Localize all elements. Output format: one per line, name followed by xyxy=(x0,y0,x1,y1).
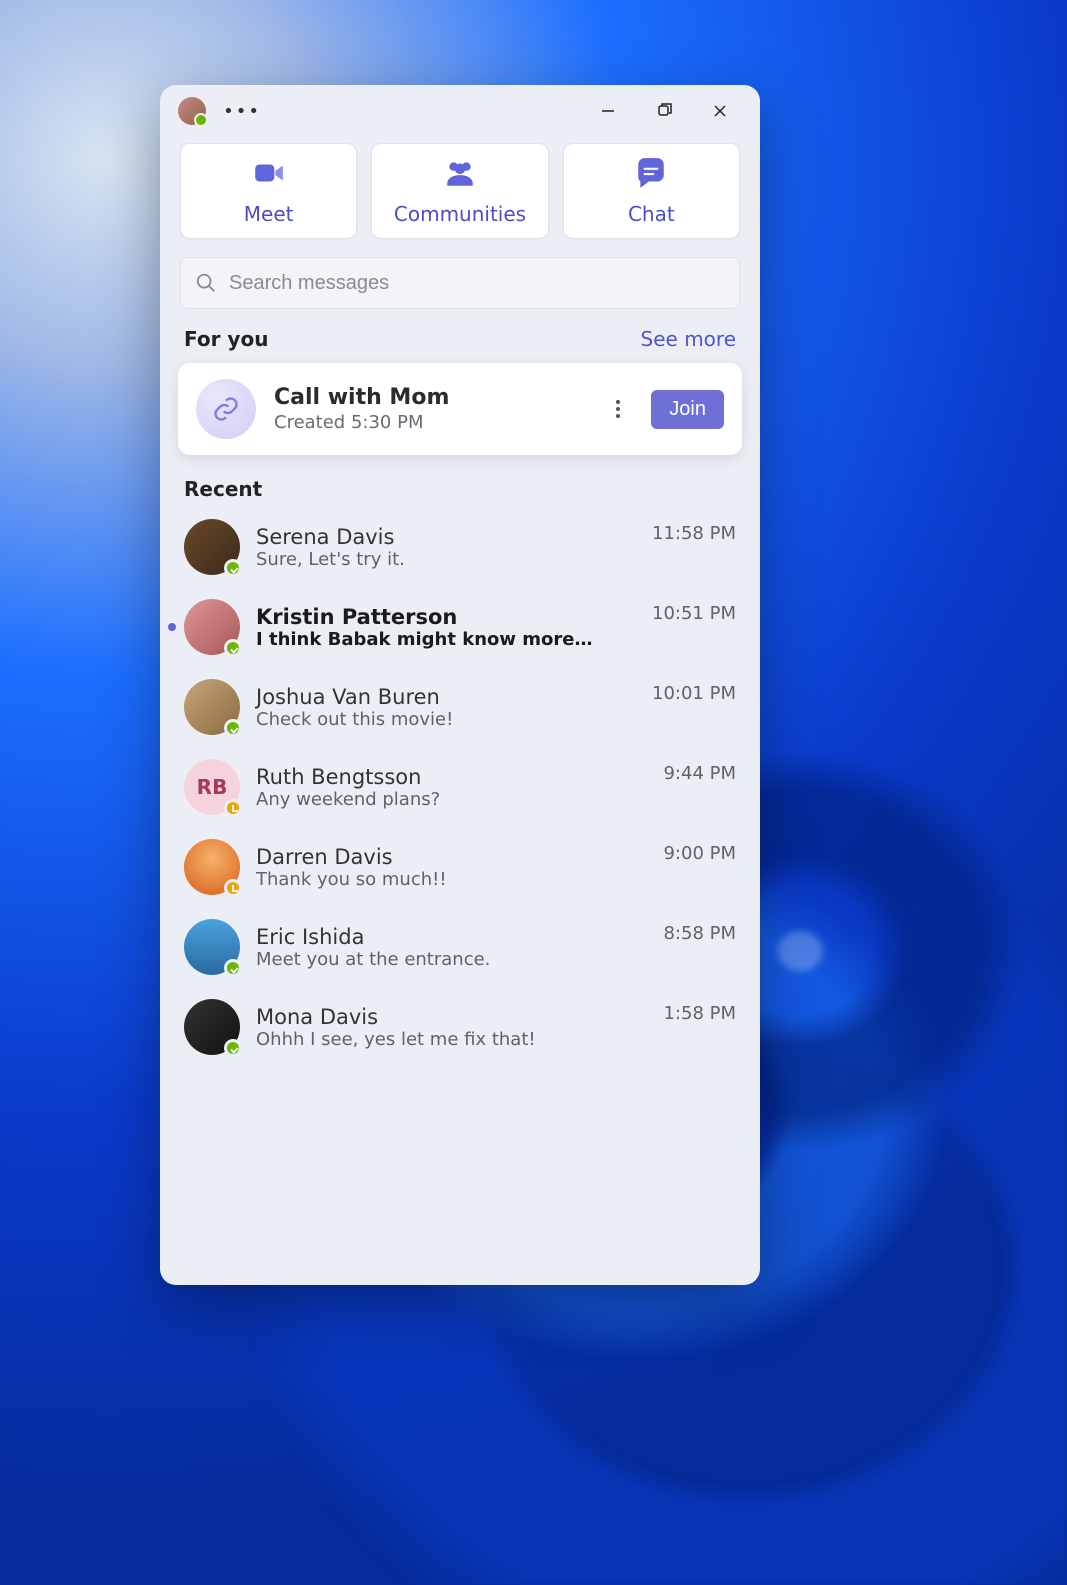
avatar xyxy=(184,599,240,655)
presence-away-icon xyxy=(224,799,242,817)
chat-time: 9:00 PM xyxy=(663,843,736,864)
link-icon xyxy=(196,379,256,439)
for-you-header-row: For you See more xyxy=(160,323,760,359)
avatar xyxy=(184,839,240,895)
search-input[interactable] xyxy=(229,272,725,295)
for-you-text: Call with Mom Created 5:30 PM xyxy=(274,385,585,433)
maximize-button[interactable] xyxy=(636,91,692,131)
chat-preview: Check out this movie! xyxy=(256,709,596,730)
chat-text: Ruth BengtssonAny weekend plans? xyxy=(256,765,647,810)
for-you-more-button[interactable] xyxy=(603,389,633,429)
chat-name: Mona Davis xyxy=(256,1005,647,1029)
presence-available-icon xyxy=(224,1039,242,1057)
me-avatar[interactable] xyxy=(178,97,206,125)
communities-label: Communities xyxy=(394,202,526,226)
action-row: Meet Communities Chat xyxy=(160,137,760,253)
communities-button[interactable]: Communities xyxy=(371,143,548,239)
chat-time: 1:58 PM xyxy=(663,1003,736,1024)
meet-button[interactable]: Meet xyxy=(180,143,357,239)
chat-text: Joshua Van BurenCheck out this movie! xyxy=(256,685,636,730)
avatar xyxy=(184,679,240,735)
close-button[interactable] xyxy=(692,91,748,131)
chat-text: Darren DavisThank you so much!! xyxy=(256,845,647,890)
avatar xyxy=(184,519,240,575)
chat-name: Kristin Patterson xyxy=(256,605,636,629)
chat-text: Kristin PattersonI think Babak might kno… xyxy=(256,605,636,650)
maximize-icon xyxy=(656,103,672,119)
for-you-card[interactable]: Call with Mom Created 5:30 PM Join xyxy=(178,363,742,455)
chat-name: Eric Ishida xyxy=(256,925,647,949)
chat-item[interactable]: Darren DavisThank you so much!! 9:00 PM xyxy=(160,827,760,907)
chat-preview: Meet you at the entrance. xyxy=(256,949,596,970)
close-icon xyxy=(712,103,728,119)
chat-item[interactable]: Serena DavisSure, Let's try it. 11:58 PM xyxy=(160,507,760,587)
chat-list[interactable]: Serena DavisSure, Let's try it. 11:58 PM K… xyxy=(160,507,760,1285)
chat-item[interactable]: Eric IshidaMeet you at the entrance. 8:58… xyxy=(160,907,760,987)
chat-name: Joshua Van Buren xyxy=(256,685,636,709)
chat-preview: Sure, Let's try it. xyxy=(256,549,596,570)
avatar: RB xyxy=(184,759,240,815)
minimize-button[interactable] xyxy=(580,91,636,131)
chat-preview: I think Babak might know more a… xyxy=(256,629,596,650)
titlebar: ••• xyxy=(160,85,760,137)
chat-time: 8:58 PM xyxy=(663,923,736,944)
chat-preview: Thank you so much!! xyxy=(256,869,596,890)
chat-item[interactable]: RB Ruth BengtssonAny weekend plans? 9:44 P… xyxy=(160,747,760,827)
for-you-subtitle: Created 5:30 PM xyxy=(274,412,585,433)
more-menu-button[interactable]: ••• xyxy=(226,95,258,127)
video-icon xyxy=(252,156,286,194)
presence-available-icon xyxy=(224,719,242,737)
for-you-title: Call with Mom xyxy=(274,385,585,410)
search-bar[interactable] xyxy=(180,257,740,309)
people-icon xyxy=(443,156,477,194)
chat-label: Chat xyxy=(628,202,675,226)
chat-name: Ruth Bengtsson xyxy=(256,765,647,789)
recent-header: Recent xyxy=(160,471,760,507)
meet-label: Meet xyxy=(244,202,294,226)
chat-preview: Ohhh I see, yes let me fix that! xyxy=(256,1029,596,1050)
chat-time: 10:01 PM xyxy=(652,683,736,704)
for-you-header: For you xyxy=(184,327,268,351)
chat-time: 10:51 PM xyxy=(652,603,736,624)
join-button[interactable]: Join xyxy=(651,390,724,429)
chat-name: Serena Davis xyxy=(256,525,636,549)
chat-item[interactable]: Kristin PattersonI think Babak might kno… xyxy=(160,587,760,667)
chat-button[interactable]: Chat xyxy=(563,143,740,239)
avatar xyxy=(184,919,240,975)
presence-away-icon xyxy=(224,879,242,897)
teams-mini-window: ••• Meet Communities C xyxy=(160,85,760,1285)
chat-icon xyxy=(634,156,668,194)
see-more-link[interactable]: See more xyxy=(641,327,736,351)
chat-name: Darren Davis xyxy=(256,845,647,869)
search-icon xyxy=(195,272,217,294)
chat-item[interactable]: Mona DavisOhhh I see, yes let me fix tha… xyxy=(160,987,760,1067)
chat-item[interactable]: Joshua Van BurenCheck out this movie! 10:… xyxy=(160,667,760,747)
chat-text: Serena DavisSure, Let's try it. xyxy=(256,525,636,570)
minimize-icon xyxy=(600,103,616,119)
presence-available-icon xyxy=(224,639,242,657)
presence-available-icon xyxy=(224,559,242,577)
chat-text: Eric IshidaMeet you at the entrance. xyxy=(256,925,647,970)
presence-available-icon xyxy=(224,959,242,977)
chat-time: 9:44 PM xyxy=(663,763,736,784)
chat-preview: Any weekend plans? xyxy=(256,789,596,810)
chat-text: Mona DavisOhhh I see, yes let me fix tha… xyxy=(256,1005,647,1050)
chat-time: 11:58 PM xyxy=(652,523,736,544)
avatar xyxy=(184,999,240,1055)
